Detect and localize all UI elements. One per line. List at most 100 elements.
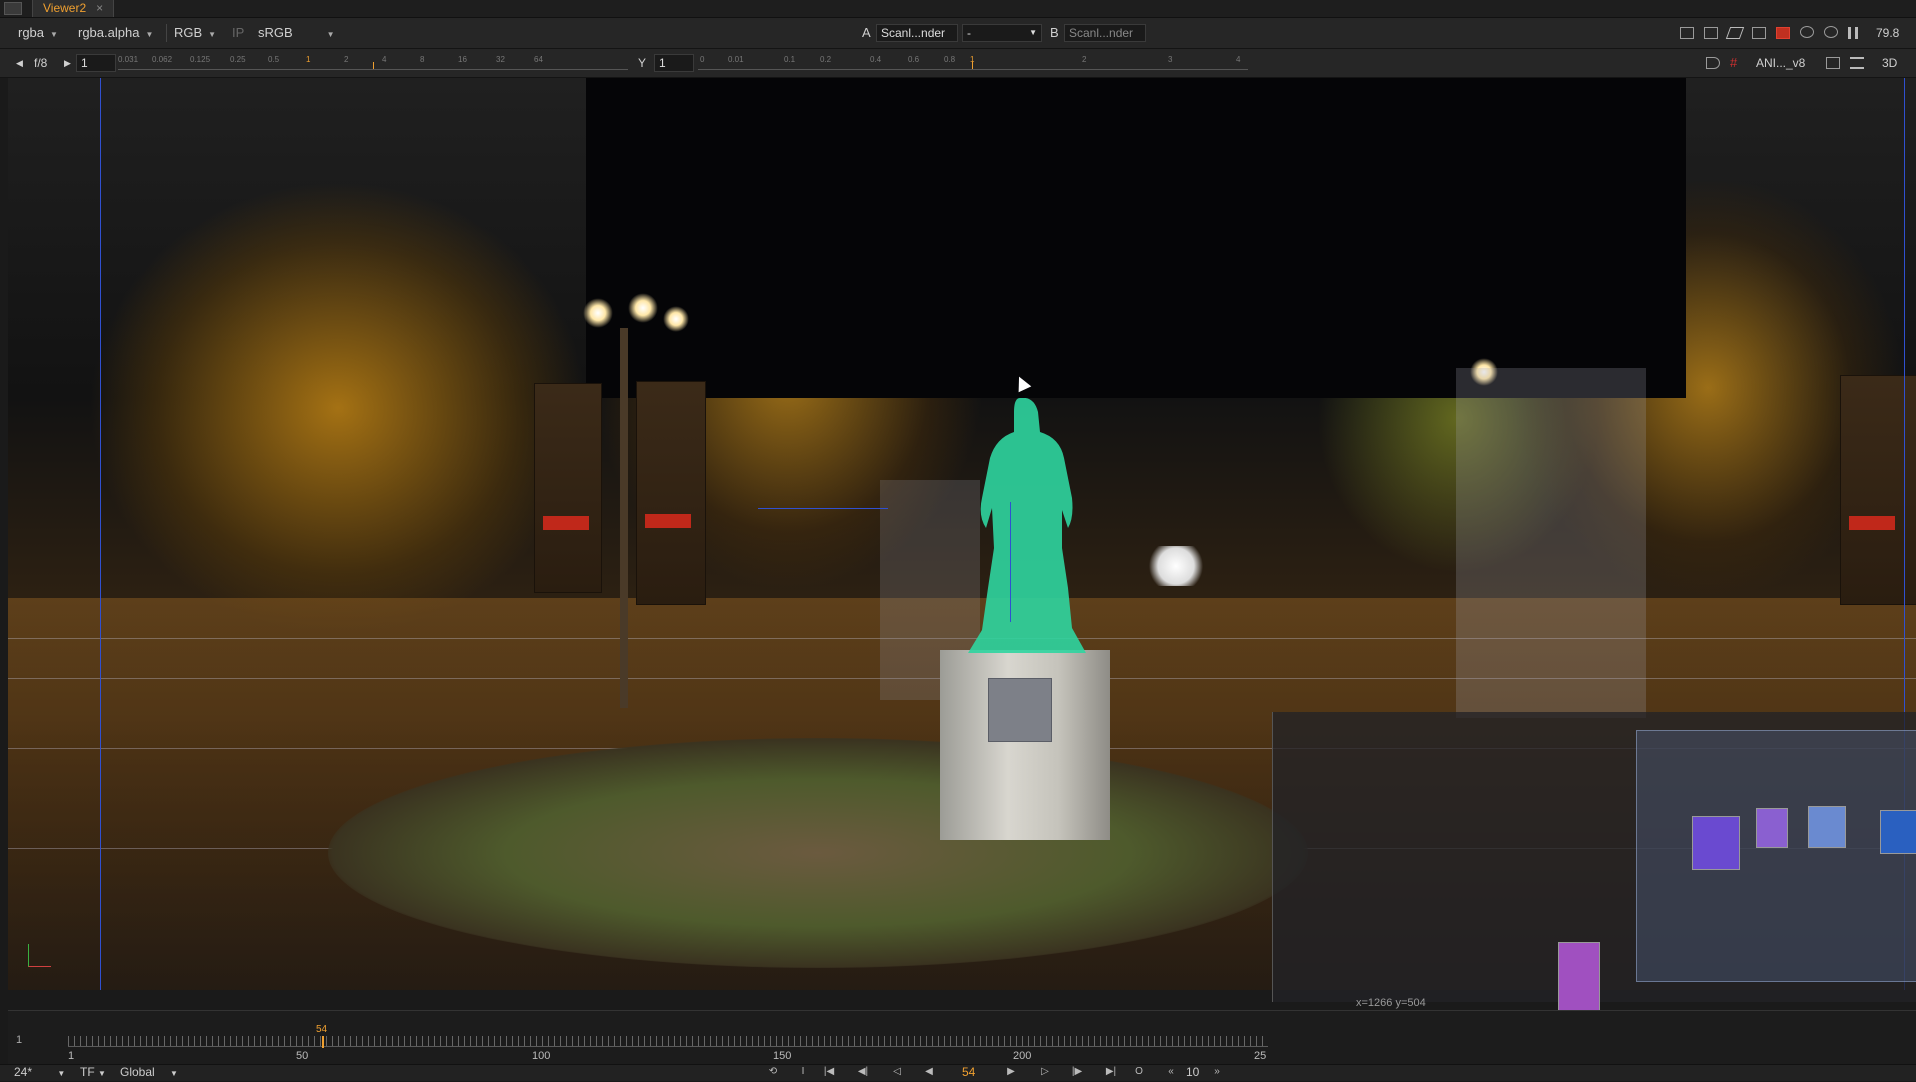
tf-dropdown[interactable]: TF ▼ [80,1064,106,1082]
timeline-tick-label: 1 [68,1050,75,1062]
gamma-tick-label: 0.8 [944,55,956,64]
lut-dropdown[interactable]: sRGB ▼ [258,23,335,43]
gamma-tick-label: 3 [1168,55,1173,64]
gamma-tick-label: 0.4 [870,55,882,64]
node[interactable] [1808,806,1846,848]
banner-left [534,383,602,593]
last-frame-icon[interactable]: ▶| [1104,1066,1118,1078]
step-back-icon[interactable]: ◁ [890,1066,904,1078]
plaque [988,678,1052,742]
wipe-mode-value: - [967,26,971,40]
projection-card [1456,368,1646,718]
fstop-value[interactable]: f/8 [34,53,47,73]
overlay-icon[interactable] [1752,27,1766,39]
input-b-dropdown[interactable]: Scanl...nder [1064,24,1146,42]
alpha-channel-dropdown[interactable]: rgba.alpha ▼ [78,23,153,43]
pause-icon[interactable] [1848,27,1858,39]
next-keyframe-icon[interactable]: |▶ [1070,1066,1084,1078]
menu-icon[interactable] [1850,57,1864,69]
clipping-icon[interactable] [1776,27,1790,39]
display-channels-value: RGB [174,25,203,40]
refresh-icon[interactable] [1800,26,1814,38]
gamma-slider[interactable]: 0 0.01 0.1 0.2 0.4 0.6 0.8 1 2 3 4 [698,55,1248,70]
banner-right [636,381,706,605]
transform-handle[interactable] [1010,502,1011,622]
roi-icon[interactable] [1680,27,1694,39]
timeline-tick-label: 100 [532,1050,551,1062]
gear-icon[interactable] [1824,26,1838,38]
chevron-down-icon: ▼ [98,1069,106,1078]
coords-readout: x=1266 y=504 [1356,997,1426,1009]
gamma-tick-label: 2 [1082,55,1087,64]
loop-icon[interactable]: ⟲ [766,1066,780,1078]
channels-dropdown[interactable]: rgba ▼ [18,23,58,43]
node[interactable] [1880,810,1916,854]
window-menu-icon[interactable] [4,2,22,15]
viewer-toolbar-top: rgba ▼ rgba.alpha ▼ RGB ▼ IP sRGB ▼ A Scanl.… [0,18,1916,49]
distant-building [1146,546,1206,586]
gain-tick-label: 0.25 [230,55,246,64]
tab-bar [0,0,1916,18]
gain-tick-label: 64 [534,55,543,64]
out-point-button[interactable]: O [1132,1066,1146,1078]
ip-toggle[interactable]: IP [232,23,244,43]
wipe-mode-dropdown[interactable]: - ▼ [962,24,1042,42]
gamma-field[interactable]: 1 [654,54,694,72]
first-frame-icon[interactable]: |◀ [822,1066,836,1078]
skip-forward-icon[interactable]: » [1210,1066,1224,1078]
fps-dropdown[interactable]: 24* ▼ [14,1064,65,1082]
fstop-increment-icon[interactable]: ▶ [64,53,71,73]
alpha-channel-value: rgba.alpha [78,25,140,40]
gain-tick-label: 1 [306,55,311,64]
view-select-dropdown[interactable]: ANI..._v8 [1756,53,1805,73]
input-a-value: Scanl...nder [881,26,946,40]
display-channels-dropdown[interactable]: RGB ▼ [174,23,216,43]
grid-icon[interactable]: # [1730,53,1737,73]
mode-3d-button[interactable]: 3D [1882,53,1897,73]
fps-value: 24* [14,1065,33,1079]
gamma-tick-label: 0.1 [784,55,796,64]
timeline-tick-label: 150 [773,1050,792,1062]
input-a-dropdown[interactable]: Scanl...nder [876,24,958,42]
chevron-down-icon: ▼ [50,30,58,39]
play-icon[interactable]: ▶ [1004,1066,1018,1078]
node[interactable] [1756,808,1788,848]
street-lamp [628,293,658,323]
node-graph-backdrop[interactable] [1636,730,1916,982]
scope-dropdown[interactable]: Global ▼ [120,1064,178,1082]
play-icon[interactable] [1706,57,1720,69]
node[interactable] [1692,816,1740,870]
chevron-down-icon: ▼ [326,30,335,39]
frame-icon[interactable] [1704,27,1718,39]
frame-display[interactable]: 54 [962,1064,975,1080]
chevron-down-icon: ▼ [170,1069,178,1078]
gain-field[interactable]: 1 [76,54,116,72]
stripes-icon[interactable] [1725,27,1745,39]
prev-keyframe-icon[interactable]: ◀| [856,1066,870,1078]
input-b-label: B [1050,25,1059,40]
step-icon[interactable]: ▷ [1038,1066,1052,1078]
viewer-toolbar-bottom: ◀ f/8 ▶ 1 0.031 0.062 0.125 0.25 0.5 1 2… [0,49,1916,78]
gain-tick-label: 0.5 [268,55,280,64]
camera-icon[interactable] [1826,57,1840,69]
skip-back-icon[interactable]: « [1164,1066,1178,1078]
gain-tick-label: 0.125 [190,55,211,64]
playhead[interactable] [322,1036,324,1048]
gain-tick-label: 4 [382,55,387,64]
lamp-post [620,328,628,708]
timeline-ruler[interactable] [68,1036,1268,1047]
zoom-value[interactable]: 79.8 [1876,23,1899,43]
tab-viewer2[interactable]: Viewer2 × [32,0,115,17]
channels-value: rgba [18,25,45,40]
gain-tick-label: 8 [420,55,425,64]
play-backward-icon[interactable]: ◀ [922,1066,936,1078]
in-point-button[interactable]: I [796,1066,810,1078]
playhead-frame: 54 [316,1024,328,1035]
transform-handle[interactable] [758,508,888,509]
gain-slider[interactable]: 0.031 0.062 0.125 0.25 0.5 1 2 4 8 16 32… [118,55,628,70]
increment-value[interactable]: 10 [1186,1064,1199,1080]
lut-value: sRGB [258,25,293,40]
fstop-decrement-icon[interactable]: ◀ [16,53,23,73]
close-icon[interactable]: × [96,1,103,15]
playback-bar [0,1064,1916,1081]
